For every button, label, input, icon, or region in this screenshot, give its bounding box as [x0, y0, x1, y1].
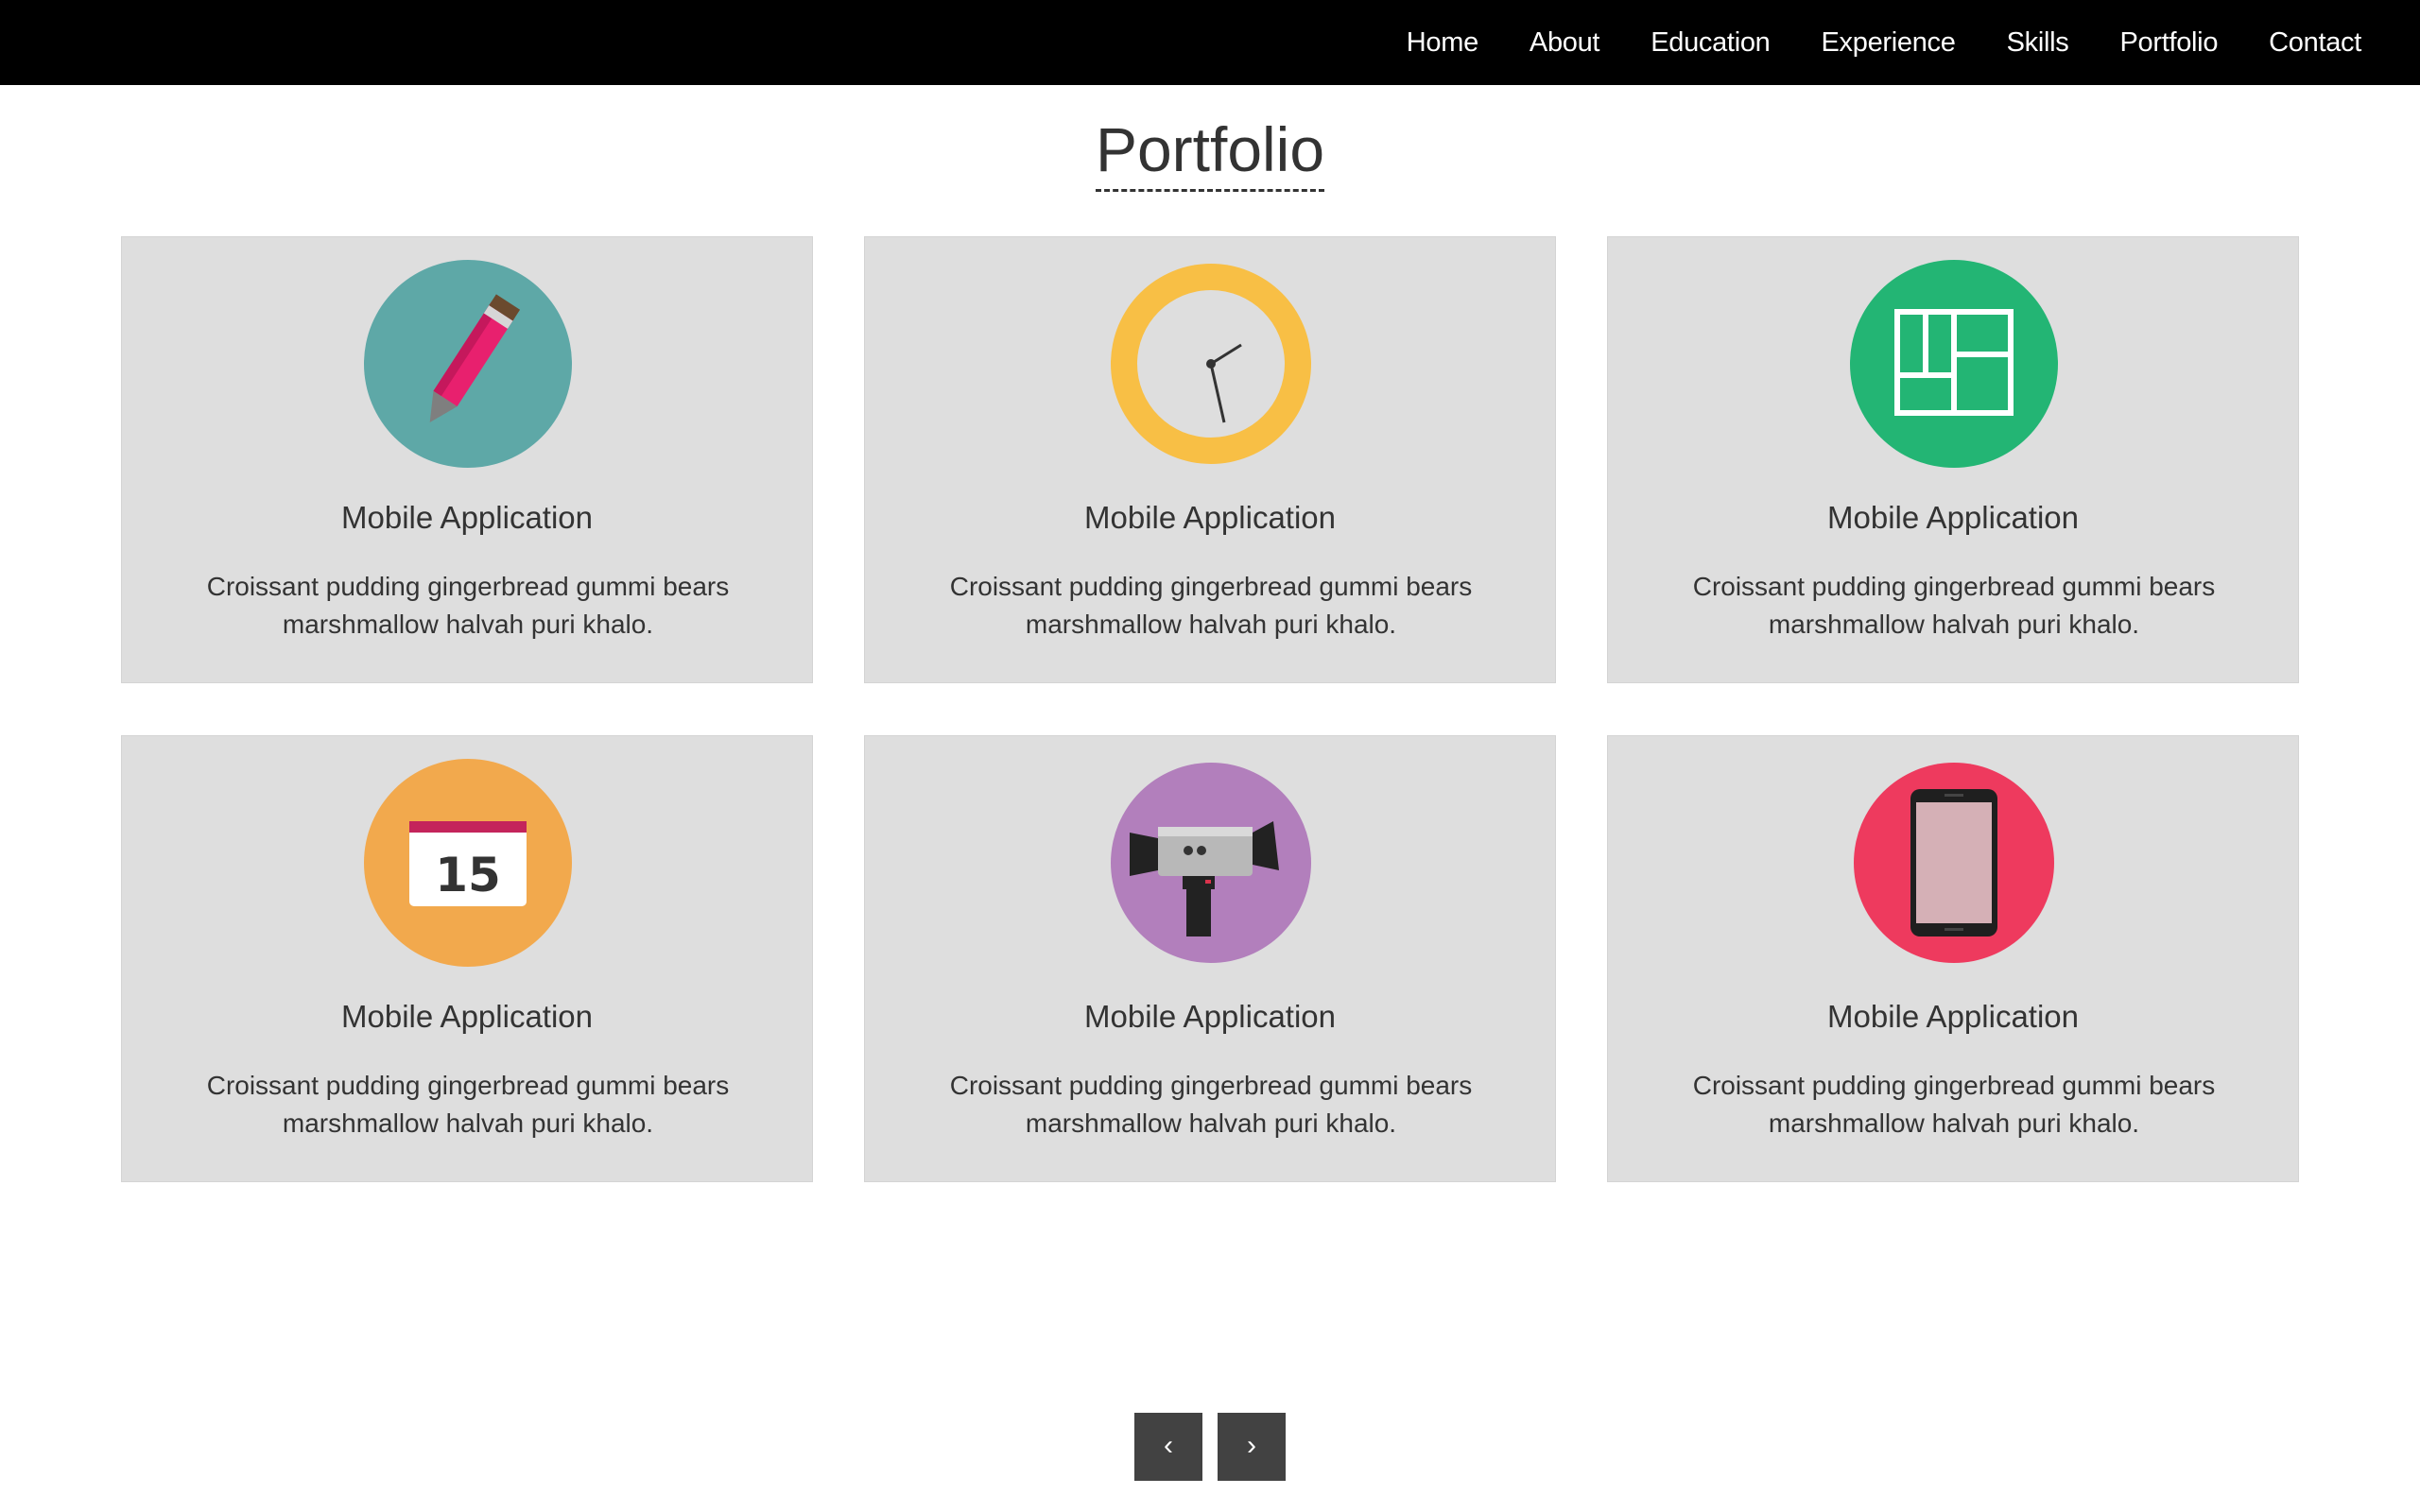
- card-description: Croissant pudding gingerbread gummi bear…: [1692, 1071, 2216, 1138]
- card-title: Mobile Application: [1084, 500, 1336, 535]
- page-title-wrap: Portfolio: [0, 112, 2420, 192]
- layout-grid-icon: [1850, 260, 2058, 468]
- portfolio-card[interactable]: Mobile Application Croissant pudding gin…: [121, 236, 813, 683]
- card-title: Mobile Application: [341, 500, 593, 535]
- navbar: Home About Education Experience Skills P…: [0, 0, 2420, 85]
- calendar-day: 15: [435, 848, 501, 902]
- nav-experience-link[interactable]: Experience: [1822, 27, 1956, 59]
- video-camera-icon: [1107, 759, 1315, 967]
- portfolio-card[interactable]: 15 Mobile Application Croissant pudding …: [121, 735, 813, 1182]
- card-title: Mobile Application: [1084, 999, 1336, 1034]
- card-description: Croissant pudding gingerbread gummi bear…: [206, 1071, 730, 1138]
- nav-portfolio-link[interactable]: Portfolio: [2119, 27, 2218, 59]
- next-page-button[interactable]: ›: [1218, 1413, 1286, 1481]
- pencil-icon: [364, 260, 572, 468]
- calendar-icon: 15: [364, 759, 572, 967]
- portfolio-card[interactable]: Mobile Application Croissant pudding gin…: [864, 236, 1556, 683]
- portfolio-card[interactable]: Mobile Application Croissant pudding gin…: [1607, 236, 2299, 683]
- portfolio-card[interactable]: Mobile Application Croissant pudding gin…: [864, 735, 1556, 1182]
- nav-education-link[interactable]: Education: [1651, 27, 1771, 59]
- card-title: Mobile Application: [1827, 500, 2079, 535]
- card-description: Croissant pudding gingerbread gummi bear…: [949, 572, 1473, 639]
- clock-icon: [1107, 260, 1315, 468]
- nav-home-link[interactable]: Home: [1407, 27, 1478, 59]
- card-title: Mobile Application: [1827, 999, 2079, 1034]
- portfolio-card[interactable]: Mobile Application Croissant pudding gin…: [1607, 735, 2299, 1182]
- page-title: Portfolio: [1095, 112, 1325, 192]
- card-description: Croissant pudding gingerbread gummi bear…: [1692, 572, 2216, 639]
- nav-about-link[interactable]: About: [1530, 27, 1600, 59]
- card-title: Mobile Application: [341, 999, 593, 1034]
- smartphone-icon: [1850, 759, 2058, 967]
- card-description: Croissant pudding gingerbread gummi bear…: [206, 572, 730, 639]
- nav-menu: Home About Education Experience Skills P…: [1356, 0, 2362, 85]
- prev-page-button[interactable]: ‹: [1134, 1413, 1202, 1481]
- nav-skills-link[interactable]: Skills: [2007, 27, 2069, 59]
- card-description: Croissant pudding gingerbread gummi bear…: [949, 1071, 1473, 1138]
- nav-contact-link[interactable]: Contact: [2269, 27, 2361, 59]
